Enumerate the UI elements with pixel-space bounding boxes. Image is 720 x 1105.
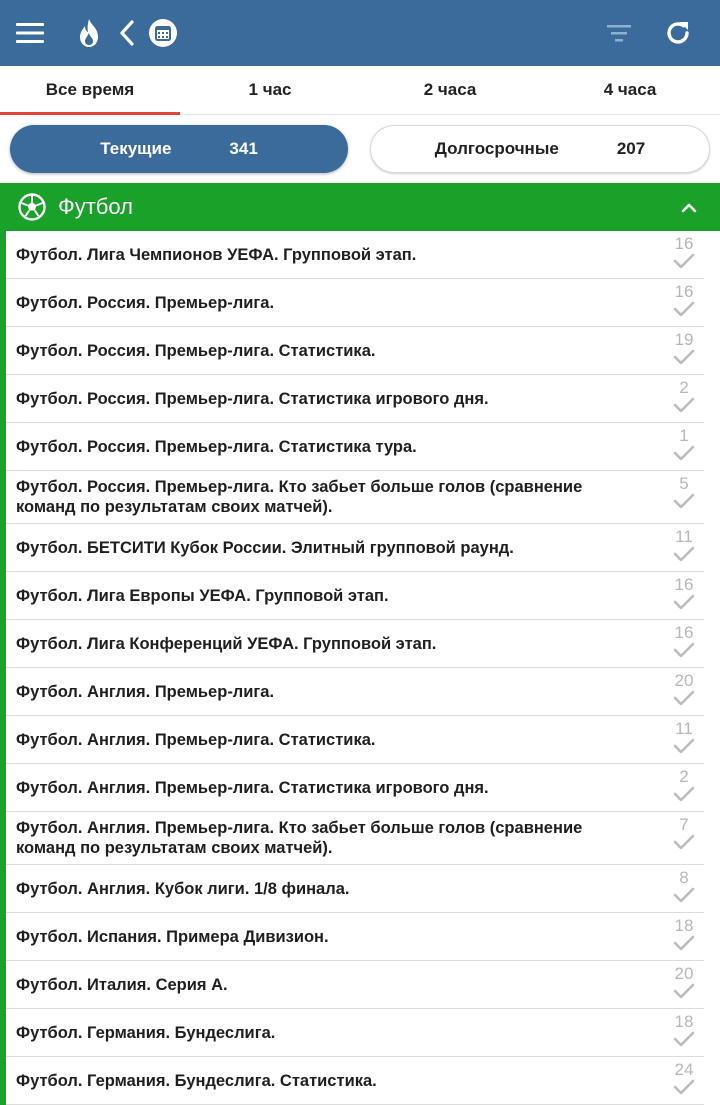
league-row[interactable]: Футбол. Англия. Премьер-лига. Кто забьет… (6, 812, 704, 865)
event-count-badge: 19 (674, 330, 694, 349)
league-row[interactable]: Футбол. Германия. Бундеслига. 18 (6, 1009, 704, 1057)
back-chevron-icon[interactable] (116, 0, 138, 66)
league-row[interactable]: Футбол. Россия. Премьер-лига. Статистика… (6, 327, 704, 375)
league-title: Футбол. Германия. Бундеслига. Статистика… (16, 1071, 377, 1090)
league-row[interactable]: Футбол. Англия. Премьер-лига. Статистика… (6, 764, 704, 812)
league-row[interactable]: Футбол. Англия. Премьер-лига. 20 (6, 668, 704, 716)
league-title: Футбол. Лига Чемпионов УЕФА. Групповой э… (16, 245, 417, 264)
league-row[interactable]: Футбол. Лига Конференций УЕФА. Групповой… (6, 620, 704, 668)
tab-4-hours[interactable]: 4 часа (540, 66, 720, 114)
checkmark-icon[interactable] (670, 834, 698, 850)
league-title: Футбол. Лига Европы УЕФА. Групповой этап… (16, 586, 389, 605)
event-count-badge: 18 (674, 1012, 694, 1031)
event-count-badge: 11 (675, 527, 693, 546)
checkmark-icon[interactable] (670, 1079, 698, 1095)
league-title: Футбол. Англия. Кубок лиги. 1/8 финала. (16, 879, 350, 898)
event-count-badge: 20 (674, 964, 694, 983)
checkmark-icon[interactable] (670, 253, 698, 269)
event-count-badge: 16 (674, 575, 694, 594)
filter-icon[interactable] (604, 0, 634, 66)
checkmark-icon[interactable] (670, 690, 698, 706)
event-count-badge: 11 (675, 719, 693, 738)
checkmark-icon[interactable] (670, 1031, 698, 1047)
league-row[interactable]: Футбол. Италия. Серия А. 20 (6, 961, 704, 1009)
event-count-badge: 1 (679, 426, 689, 445)
tab-2-hours[interactable]: 2 часа (360, 66, 540, 114)
checkmark-icon[interactable] (670, 738, 698, 754)
soccer-ball-icon (18, 193, 46, 221)
checkmark-icon[interactable] (670, 786, 698, 802)
league-title: Футбол. Италия. Серия А. (16, 975, 228, 994)
checkmark-icon[interactable] (670, 493, 698, 509)
league-title: Футбол. Лига Конференций УЕФА. Групповой… (16, 634, 437, 653)
league-title: Футбол. Россия. Премьер-лига. Кто забьет… (16, 478, 583, 516)
league-title: Футбол. Германия. Бундеслига. (16, 1023, 276, 1042)
segment-long-term[interactable]: Долгосрочные 207 (370, 125, 710, 173)
league-row[interactable]: Футбол. Англия. Кубок лиги. 1/8 финала. 8 (6, 865, 704, 913)
refresh-icon[interactable] (662, 0, 694, 66)
league-row[interactable]: Футбол. Германия. Бундеслига. Статистика… (6, 1057, 704, 1105)
checkmark-icon[interactable] (670, 594, 698, 610)
calendar-icon[interactable] (148, 0, 178, 66)
tab-all-time[interactable]: Все время (0, 66, 180, 115)
league-row[interactable]: Футбол. Лига Европы УЕФА. Групповой этап… (6, 572, 704, 620)
league-title: Футбол. Россия. Премьер-лига. Статистика… (16, 341, 376, 360)
league-row[interactable]: Футбол. Англия. Премьер-лига. Статистика… (6, 716, 704, 764)
event-count-badge: 8 (679, 868, 689, 887)
league-list: Футбол. Лига Чемпионов УЕФА. Групповой э… (0, 231, 720, 1105)
league-title: Футбол. Россия. Премьер-лига. (16, 293, 275, 312)
checkmark-icon[interactable] (670, 301, 698, 317)
event-count-badge: 16 (674, 234, 694, 253)
checkmark-icon[interactable] (670, 935, 698, 951)
league-title: Футбол. Россия. Премьер-лига. Статистика… (16, 437, 417, 456)
event-count-badge: 5 (679, 474, 689, 493)
event-count-badge: 2 (679, 767, 689, 786)
tab-1-hour[interactable]: 1 час (180, 66, 360, 114)
event-count-badge: 18 (674, 916, 694, 935)
league-row[interactable]: Футбол. Испания. Примера Дивизион. 18 (6, 913, 704, 961)
checkmark-icon[interactable] (670, 349, 698, 365)
sport-name: Футбол (58, 194, 133, 219)
flame-icon[interactable] (76, 0, 102, 66)
checkmark-icon[interactable] (670, 642, 698, 658)
league-row[interactable]: Футбол. Лига Чемпионов УЕФА. Групповой э… (6, 231, 704, 279)
segment-long-term-label: Долгосрочные (434, 139, 559, 158)
event-count-badge: 16 (674, 623, 694, 642)
checkmark-icon[interactable] (670, 445, 698, 461)
sport-header-football[interactable]: Футбол (0, 183, 720, 231)
league-title: Футбол. Англия. Премьер-лига. Статистика… (16, 778, 489, 797)
league-row[interactable]: Футбол. Россия. Премьер-лига. Статистика… (6, 423, 704, 471)
event-type-toggle: Текущие 341 Долгосрочные 207 (0, 115, 720, 183)
segment-long-term-count: 207 (616, 139, 646, 158)
league-title: Футбол. Испания. Примера Дивизион. (16, 927, 329, 946)
league-row[interactable]: Футбол. Россия. Премьер-лига. Статистика… (6, 375, 704, 423)
league-row[interactable]: Футбол. Россия. Премьер-лига. 16 (6, 279, 704, 327)
event-count-badge: 7 (679, 815, 689, 834)
league-title: Футбол. Россия. Премьер-лига. Статистика… (16, 389, 489, 408)
league-title: Футбол. Англия. Премьер-лига. Кто забьет… (16, 819, 583, 857)
league-row[interactable]: Футбол. Россия. Премьер-лига. Кто забьет… (6, 471, 704, 524)
checkmark-icon[interactable] (670, 397, 698, 413)
segment-current-count: 341 (229, 139, 258, 158)
event-count-badge: 24 (674, 1060, 694, 1079)
league-title: Футбол. Англия. Премьер-лига. (16, 682, 275, 701)
menu-icon[interactable] (14, 0, 46, 66)
event-count-badge: 2 (679, 378, 689, 397)
league-title: Футбол. БЕТСИТИ Кубок России. Элитный гр… (16, 538, 514, 557)
league-title: Футбол. Англия. Премьер-лига. Статистика… (16, 730, 376, 749)
top-app-bar (0, 0, 720, 66)
collapse-chevron-icon[interactable] (680, 197, 698, 223)
checkmark-icon[interactable] (670, 887, 698, 903)
checkmark-icon[interactable] (670, 546, 698, 562)
segment-current[interactable]: Текущие 341 (10, 125, 348, 173)
checkmark-icon[interactable] (670, 983, 698, 999)
league-row[interactable]: Футбол. БЕТСИТИ Кубок России. Элитный гр… (6, 524, 704, 572)
event-count-badge: 20 (674, 671, 694, 690)
segment-current-label: Текущие (100, 139, 172, 158)
event-count-badge: 16 (674, 282, 694, 301)
time-filter-tabs: Все время 1 час 2 часа 4 часа (0, 66, 720, 115)
